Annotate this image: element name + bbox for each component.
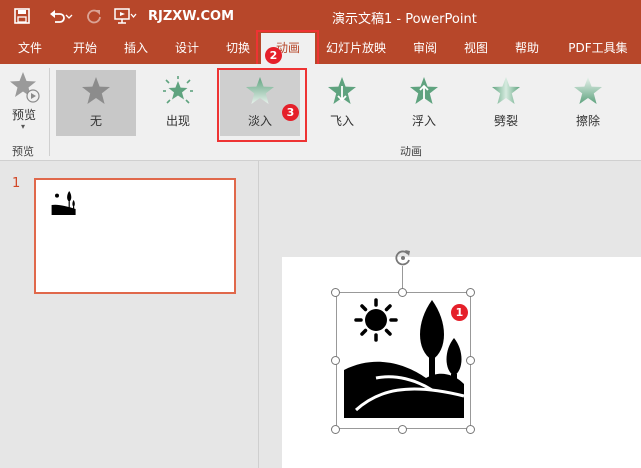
slide-number: 1 (12, 176, 21, 191)
tab-transitions[interactable]: 切换 (217, 33, 259, 64)
slide-thumbnail[interactable] (34, 178, 236, 294)
animation-fly-in[interactable]: 飞入 (302, 70, 382, 136)
animation-fade[interactable]: 淡入 (220, 70, 300, 136)
title-bar: RJZXW.COM 演示文稿1 - PowerPoint (0, 0, 641, 33)
resize-handle-bottom-left[interactable] (331, 425, 340, 434)
animation-none-label: 无 (89, 114, 102, 128)
animation-float-in[interactable]: 浮入 (384, 70, 464, 136)
animation-wipe[interactable]: 擦除 (548, 70, 628, 136)
animation-split[interactable]: 劈裂 (466, 70, 546, 136)
star-fade-icon (245, 76, 275, 106)
step-badge-2: 2 (265, 47, 282, 64)
save-icon[interactable] (12, 6, 32, 26)
step-badge-1: 1 (451, 304, 468, 321)
landscape-thumb-icon (50, 190, 76, 220)
animation-none[interactable]: 无 (56, 70, 136, 136)
tab-pdf-tools[interactable]: PDF工具集 (558, 33, 638, 64)
preview-dropdown-icon[interactable]: ▾ (21, 122, 25, 131)
resize-handle-left[interactable] (331, 356, 340, 365)
star-float-in-icon (409, 76, 439, 106)
rotate-handle-icon[interactable] (393, 248, 413, 268)
tab-home[interactable]: 开始 (64, 33, 106, 64)
window-title: 演示文稿1 - PowerPoint (332, 12, 477, 27)
animation-wipe-label: 擦除 (575, 114, 600, 128)
preview-star-icon[interactable] (8, 70, 40, 104)
resize-handle-top[interactable] (398, 288, 407, 297)
undo-icon[interactable] (48, 6, 74, 26)
tab-view[interactable]: 视图 (455, 33, 497, 64)
animation-split-label: 劈裂 (493, 114, 518, 128)
redo-icon[interactable] (84, 6, 104, 26)
preview-button-label[interactable]: 预览 (0, 106, 48, 123)
tab-help[interactable]: 帮助 (506, 33, 548, 64)
star-none-icon (81, 76, 111, 106)
star-split-icon (491, 76, 521, 106)
animation-appear[interactable]: 出现 (138, 70, 218, 136)
animation-fly-in-label: 飞入 (329, 114, 354, 128)
slideshow-from-start-icon[interactable] (112, 6, 138, 26)
preview-group: 预览 ▾ 预览 (0, 64, 48, 160)
resize-handle-top-right[interactable] (466, 288, 475, 297)
star-fly-in-icon (327, 76, 357, 106)
star-wipe-icon (573, 76, 603, 106)
resize-handle-bottom-right[interactable] (466, 425, 475, 434)
preview-group-label: 预览 (12, 145, 34, 158)
animation-gallery: 无 出现 淡入 飞入 浮入 劈裂 擦除 (56, 70, 641, 136)
animation-group-label: 动画 (400, 145, 422, 158)
site-watermark: RJZXW.COM (148, 9, 235, 24)
group-separator (49, 68, 50, 156)
resize-handle-right[interactable] (466, 356, 475, 365)
tab-design[interactable]: 设计 (166, 33, 208, 64)
tab-slideshow[interactable]: 幻灯片放映 (322, 33, 390, 64)
ribbon-panel: 预览 ▾ 预览 无 出现 淡入 飞入 浮入 劈裂 擦除 动画 (0, 64, 641, 161)
animation-appear-label: 出现 (165, 114, 190, 128)
resize-handle-bottom[interactable] (398, 425, 407, 434)
resize-handle-top-left[interactable] (331, 288, 340, 297)
tab-insert[interactable]: 插入 (115, 33, 157, 64)
ribbon-tab-bar: 文件 开始 插入 设计 切换 动画 幻灯片放映 审阅 视图 帮助 PDF工具集 (0, 33, 641, 64)
tab-file[interactable]: 文件 (10, 33, 50, 64)
animation-float-in-label: 浮入 (411, 114, 436, 128)
star-appear-icon (163, 76, 193, 106)
step-badge-3: 3 (282, 104, 299, 121)
tab-review[interactable]: 审阅 (404, 33, 446, 64)
